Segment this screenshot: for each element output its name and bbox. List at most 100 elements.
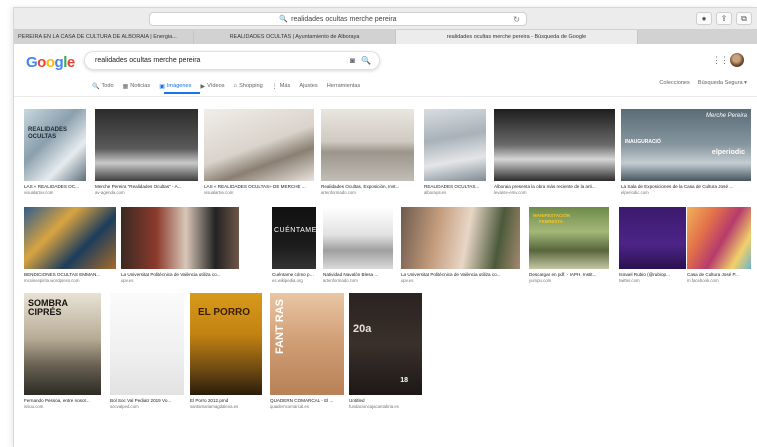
image-caption[interactable]: LAS « REALIDADES OCULTAS» DE MERCHE ... — [204, 184, 314, 189]
image-result[interactable]: MANIFESTACIÓN FEMINISTA Descargar en pdf. … — [529, 207, 609, 285]
image-result[interactable]: 20a 18 Untitled fundacioncajacantabria.es — [349, 293, 422, 411]
image-caption[interactable]: Untitled — [349, 398, 422, 403]
image-thumbnail[interactable] — [95, 109, 198, 181]
image-thumbnail[interactable] — [204, 109, 314, 181]
tab-imagenes[interactable]: ▣ Imágenes — [159, 80, 191, 92]
image-result[interactable]: REALIDADES OCULTAS... alboraya.es — [424, 109, 486, 197]
image-thumbnail[interactable] — [24, 207, 116, 269]
image-caption[interactable]: Cuéntame cómo pasó - Wi... — [272, 272, 316, 277]
image-caption[interactable]: Realidades Ocultas, Exposición, Inst... — [321, 184, 414, 189]
tab-todo[interactable]: 🔍 Todo — [92, 80, 114, 92]
tab-noticias[interactable]: ▦ Noticias — [123, 80, 151, 92]
image-thumbnail[interactable]: Merche Pereira INAUGURACIÓ elperiodic — [621, 109, 751, 181]
image-caption[interactable]: Alboraia presenta la obra más reciente d… — [494, 184, 615, 189]
image-thumbnail[interactable] — [401, 207, 520, 269]
image-result[interactable]: Alboraia presenta la obra más reciente d… — [494, 109, 615, 197]
image-thumbnail[interactable]: MANIFESTACIÓN FEMINISTA — [529, 207, 609, 269]
thumbnail-text: REALIDADES OCULTAS — [28, 127, 68, 140]
nav-label: Ajustes — [299, 83, 318, 89]
image-thumbnail[interactable] — [121, 207, 239, 269]
image-result[interactable]: FANT RAS QUADERN COMARCAL - El ... quadern… — [270, 293, 344, 411]
image-result[interactable]: SOMBRA CIPRÉS Fernando Pessoa, entre noso… — [24, 293, 101, 411]
google-logo[interactable]: Google — [26, 54, 75, 71]
image-result[interactable]: Ismael Rubio (@rubiop... twitter.com — [619, 207, 686, 285]
image-caption[interactable]: Natividad Navalón Blesa ... — [323, 272, 393, 277]
image-thumbnail[interactable] — [323, 207, 393, 269]
tab-shopping[interactable]: ⌂ Shopping — [234, 80, 263, 92]
tab-energia[interactable]: PEREIRA EN LA CASA DE CULTURA DE ALBORAI… — [14, 30, 194, 44]
tab-empty[interactable] — [638, 30, 757, 44]
image-caption[interactable]: QUADERN COMARCAL - El ... — [270, 398, 344, 403]
image-thumbnail[interactable] — [424, 109, 486, 181]
image-result[interactable]: La Universitat Politècnica de València u… — [121, 207, 239, 285]
image-thumbnail[interactable]: 20a 18 — [349, 293, 422, 395]
tag-icon: ⌂ — [233, 83, 238, 89]
image-caption[interactable]: La Universitat Politècnica de València u… — [121, 272, 239, 277]
image-result[interactable]: EL PORRO El Porro 2012.pmd santamariamagda… — [190, 293, 262, 411]
tabs-overview-icon[interactable]: ⧉ — [736, 12, 752, 25]
image-caption[interactable]: Descargar en pdf. - IAPH. Instit... — [529, 272, 609, 277]
nav-label: Más — [279, 83, 291, 89]
image-caption[interactable]: LAS « REALIDADES OC... — [24, 184, 86, 189]
share-icon[interactable]: ⇪ — [716, 12, 732, 25]
tab-mas[interactable]: ⋮ Más — [272, 80, 291, 92]
image-result[interactable]: Merche Pereira INAUGURACIÓ elperiodic La Sa… — [621, 109, 751, 197]
image-caption[interactable]: Merche Pereira "Realidades Ocultas" - A.… — [95, 184, 198, 189]
image-caption[interactable]: BENDICIONES OCULTAS EMMAN... — [24, 272, 116, 277]
image-caption[interactable]: El Porro 2012.pmd — [190, 398, 262, 403]
image-caption[interactable]: La Universitat Politècnica de València u… — [401, 272, 520, 277]
image-source: m.facebook.com — [687, 278, 719, 283]
search-input[interactable]: realidades ocultas merche pereira ◙ 🔍 — [84, 51, 380, 70]
header-divider — [14, 96, 757, 97]
tab-ajustes[interactable]: Ajustes — [299, 80, 317, 92]
image-result[interactable]: REALIDADES OCULTAS LAS « REALIDADES OC...… — [24, 109, 86, 197]
downloads-icon[interactable]: ● — [696, 12, 712, 25]
thumbnail-text: FEMINISTA — [539, 219, 563, 224]
thumbnail-text: elperiodic — [711, 149, 745, 156]
camera-icon[interactable]: ◙ — [350, 52, 355, 69]
image-source: artenformado.com — [323, 278, 358, 283]
image-caption[interactable]: REALIDADES OCULTAS... — [424, 184, 486, 189]
image-source: mcsinespirita.wordpress.com — [24, 278, 80, 283]
search-icon: 🔍 — [279, 16, 289, 23]
image-thumbnail[interactable]: EL PORRO — [190, 293, 262, 395]
active-tab-indicator — [164, 92, 200, 94]
image-source: santamariamagdalena.es — [190, 404, 239, 409]
tab-videos[interactable]: ▶ Vídeos — [200, 80, 224, 92]
image-result[interactable]: La Universitat Politècnica de València u… — [401, 207, 520, 285]
image-result[interactable]: LAS « REALIDADES OCULTAS» DE MERCHE ... v… — [204, 109, 314, 197]
tab-google-search[interactable]: realidades ocultas merche pereira - Búsq… — [396, 30, 638, 44]
image-thumbnail[interactable] — [494, 109, 615, 181]
image-caption[interactable]: Ismael Rubio (@rubiop... — [619, 272, 686, 277]
safesearch-link[interactable]: Búsqueda Segura ▾ — [698, 80, 747, 86]
image-thumbnail[interactable]: CUÉNTAME — [272, 207, 316, 269]
image-result[interactable]: CUÉNTAME Cuéntame cómo pasó - Wi...es.wik… — [272, 207, 316, 285]
image-thumbnail[interactable] — [110, 293, 184, 395]
tab-herramientas[interactable]: Herramientas — [327, 80, 361, 92]
image-source: visualartxv.com — [204, 190, 234, 195]
logo-letter: G — [26, 54, 38, 71]
image-thumbnail[interactable] — [321, 109, 414, 181]
image-result[interactable]: Realidades Ocultas, Exposición, Inst... a… — [321, 109, 414, 197]
reload-icon[interactable]: ↻ — [513, 15, 520, 24]
image-result[interactable]: Casa de Cultura José P... m.facebook.com — [687, 207, 751, 285]
image-caption[interactable]: Casa de Cultura José P... — [687, 272, 751, 277]
avatar[interactable] — [730, 53, 744, 67]
image-result[interactable]: Merche Pereira "Realidades Ocultas" - A.… — [95, 109, 198, 197]
image-result[interactable]: BENDICIONES OCULTAS EMMAN... mcsinespirit… — [24, 207, 116, 285]
image-caption[interactable]: Fernando Pessoa, entre nosot... — [24, 398, 101, 403]
image-caption[interactable]: Bol Soc Val Pediatr 2019 Vo... — [110, 398, 184, 403]
address-bar[interactable]: 🔍 realidades ocultas merche pereira ↻ — [149, 12, 527, 26]
image-thumbnail[interactable]: FANT RAS — [270, 293, 344, 395]
image-caption[interactable]: La Sala de Exposiciones de la Casa de Cu… — [621, 184, 751, 189]
image-thumbnail[interactable] — [619, 207, 686, 269]
image-result[interactable]: Natividad Navalón Blesa ... artenformado.… — [323, 207, 393, 285]
image-thumbnail[interactable] — [687, 207, 751, 269]
collections-link[interactable]: Colecciones — [659, 80, 689, 86]
image-result[interactable]: Bol Soc Val Pediatr 2019 Vo... socvalped.… — [110, 293, 184, 411]
tab-ayuntamiento[interactable]: REALIDADES OCULTAS | Ayuntamiento de Alb… — [194, 30, 396, 44]
image-thumbnail[interactable]: REALIDADES OCULTAS — [24, 109, 86, 181]
image-thumbnail[interactable]: SOMBRA CIPRÉS — [24, 293, 101, 395]
search-icon[interactable]: 🔍 — [361, 52, 371, 69]
nav-label: Imágenes — [166, 83, 192, 89]
